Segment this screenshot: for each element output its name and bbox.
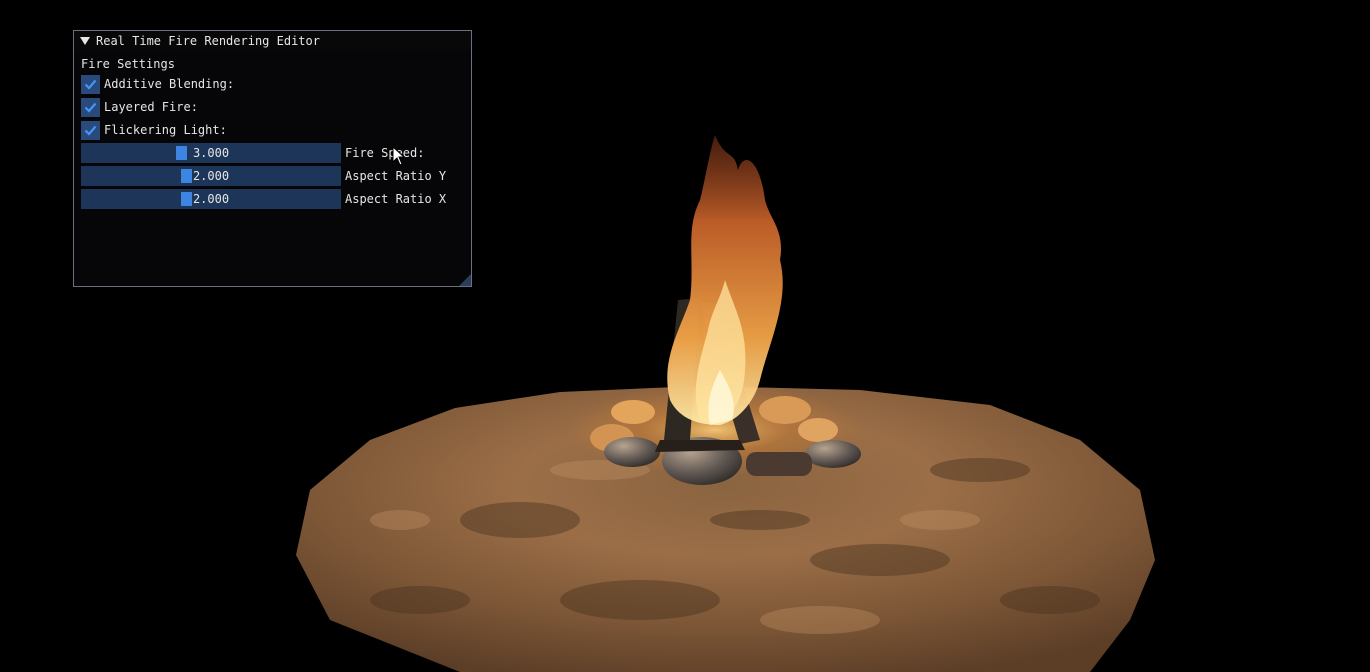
- checkmark-icon: [84, 79, 97, 90]
- slider-label: Aspect Ratio Y: [345, 169, 447, 183]
- editor-window[interactable]: Real Time Fire Rendering Editor Fire Set…: [73, 30, 472, 287]
- checkmark-icon: [84, 102, 97, 113]
- section-label-fire-settings: Fire Settings: [81, 57, 175, 71]
- checkbox-box[interactable]: [81, 120, 100, 140]
- collapse-triangle-icon[interactable]: [80, 37, 90, 45]
- slider-value: 2.000: [192, 169, 230, 183]
- slider-track[interactable]: 2.000: [81, 166, 341, 186]
- slider-label: Fire Speed:: [345, 146, 425, 160]
- checkbox-box[interactable]: [81, 97, 100, 117]
- window-title-bar[interactable]: Real Time Fire Rendering Editor: [74, 31, 471, 51]
- checkmark-icon: [84, 125, 97, 136]
- checkbox-label: Flickering Light:: [104, 123, 227, 137]
- slider-fire-speed[interactable]: 3.000 Fire Speed:: [81, 143, 424, 163]
- checkbox-additive-blending[interactable]: Additive Blending:: [81, 74, 234, 94]
- checkbox-layered-fire[interactable]: Layered Fire:: [81, 97, 198, 117]
- checkbox-flickering-light[interactable]: Flickering Light:: [81, 120, 227, 140]
- slider-label: Aspect Ratio X: [345, 192, 447, 206]
- checkbox-label: Additive Blending:: [104, 77, 235, 91]
- slider-value: 3.000: [192, 146, 230, 160]
- slider-aspect-ratio-x[interactable]: 2.000 Aspect Ratio X: [81, 189, 446, 209]
- checkbox-box[interactable]: [81, 74, 100, 94]
- slider-track[interactable]: 3.000: [81, 143, 341, 163]
- checkbox-label: Layered Fire:: [104, 100, 198, 114]
- slider-value: 2.000: [192, 192, 230, 206]
- window-title: Real Time Fire Rendering Editor: [96, 34, 320, 48]
- mouse-pointer-icon: [392, 146, 406, 166]
- slider-aspect-ratio-y[interactable]: 2.000 Aspect Ratio Y: [81, 166, 446, 186]
- resize-grip[interactable]: [459, 274, 471, 286]
- slider-track[interactable]: 2.000: [81, 189, 341, 209]
